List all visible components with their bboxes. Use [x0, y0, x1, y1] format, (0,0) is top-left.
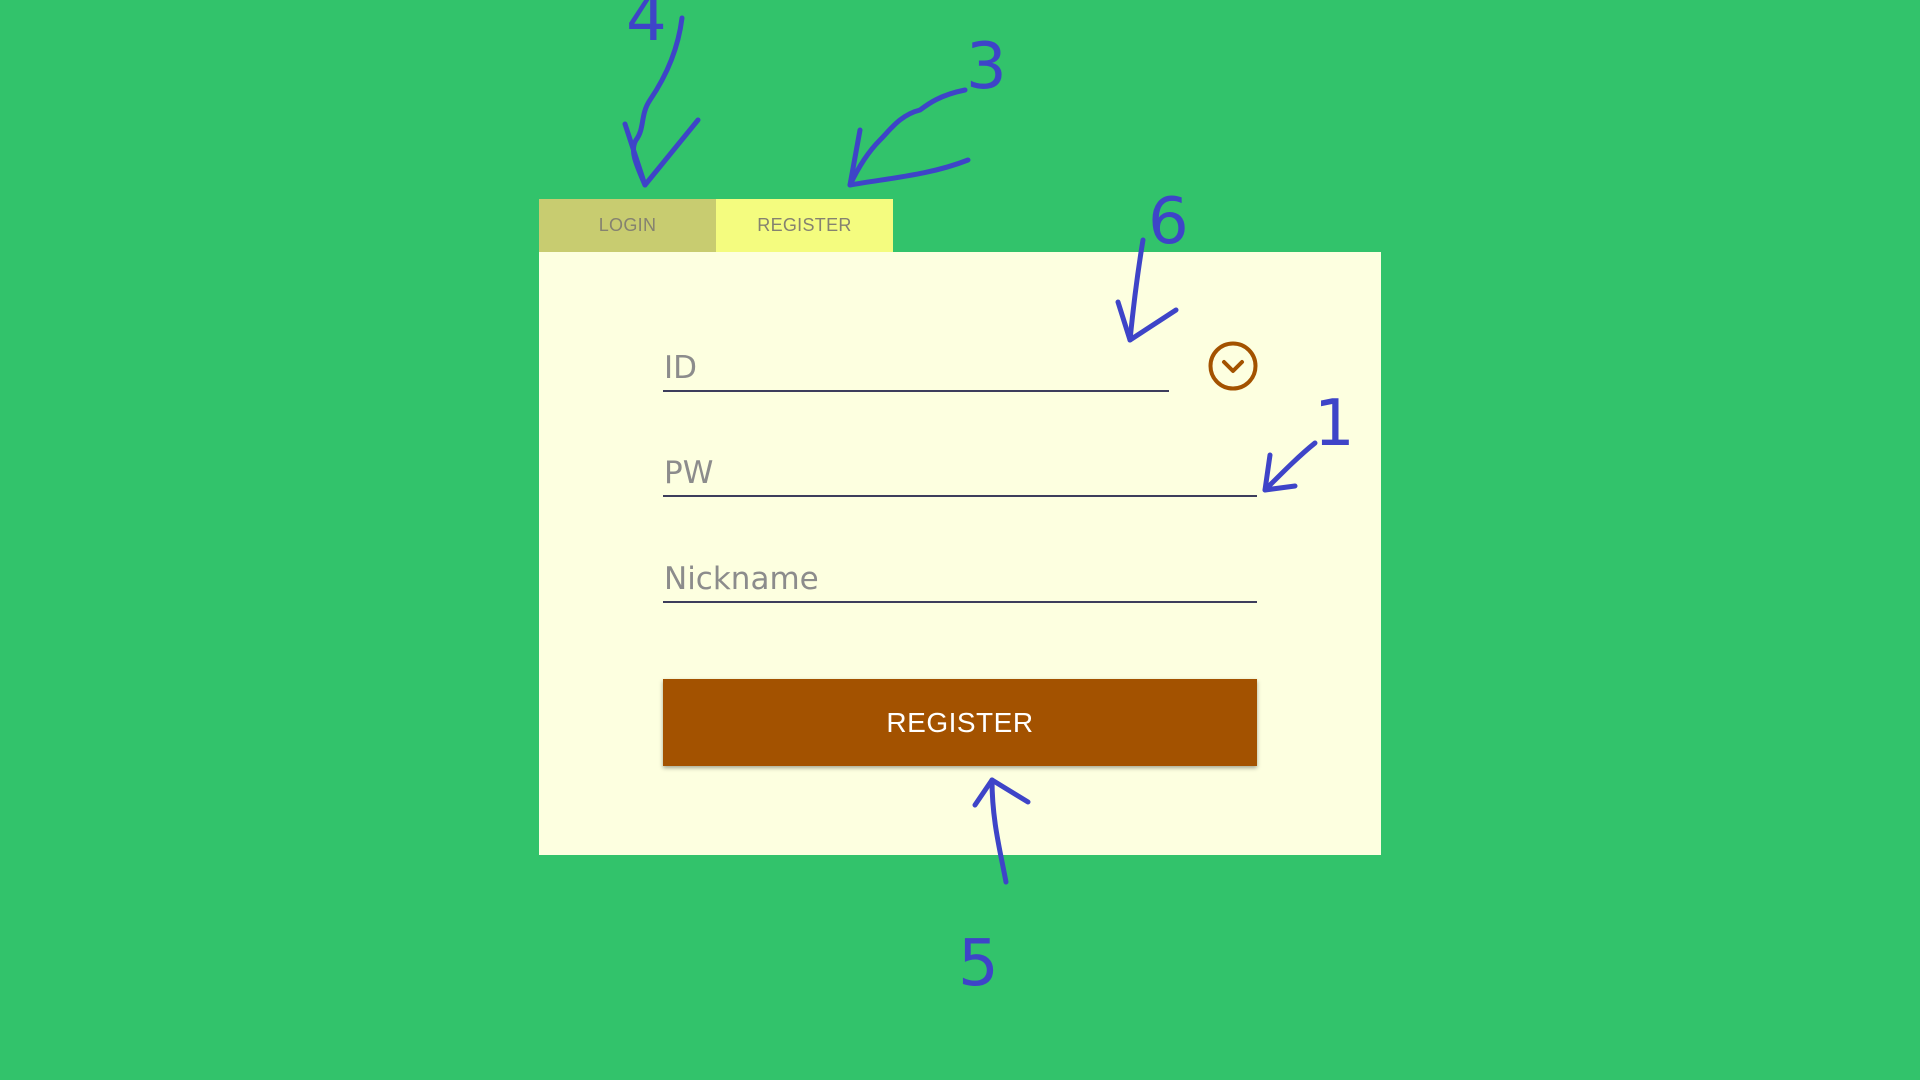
annotation-arrow-4	[630, 15, 685, 188]
id-check-button[interactable]	[1207, 340, 1259, 392]
annotation-label-3: 3	[966, 30, 1007, 104]
pw-input[interactable]	[663, 455, 1257, 495]
tab-login[interactable]: LOGIN	[539, 199, 716, 252]
id-input[interactable]	[663, 350, 1169, 390]
annotation-arrow-3	[847, 87, 968, 188]
tab-bar: LOGIN REGISTER	[539, 199, 893, 252]
register-card: REGISTER	[539, 252, 1381, 855]
id-field	[663, 345, 1169, 392]
nickname-field	[663, 556, 1257, 603]
nickname-input[interactable]	[663, 561, 1257, 601]
tab-register[interactable]: REGISTER	[716, 199, 893, 252]
pw-field	[663, 450, 1257, 497]
annotation-label-5: 5	[958, 927, 999, 1001]
register-submit-button[interactable]: REGISTER	[663, 679, 1257, 766]
annotation-label-6: 6	[1148, 185, 1189, 259]
chevron-down-circle-icon	[1208, 341, 1258, 391]
annotation-label-4: 4	[626, 0, 667, 56]
